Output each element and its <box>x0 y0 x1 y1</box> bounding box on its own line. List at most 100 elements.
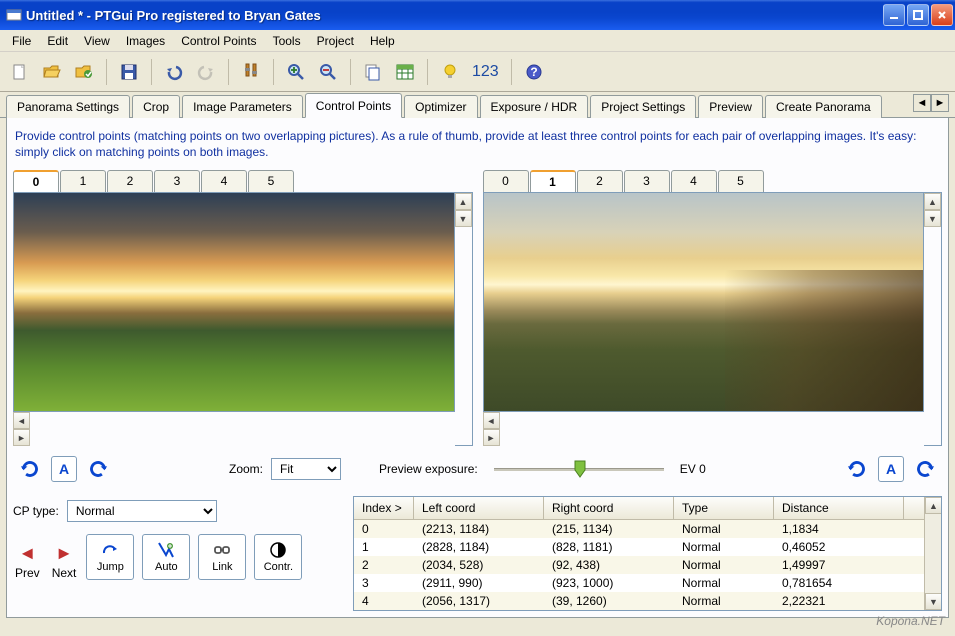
right-rotate-ccw-button[interactable] <box>844 456 870 482</box>
auto-cp-button[interactable]: Auto <box>142 534 190 580</box>
toolbar-counter: 123 <box>468 63 503 81</box>
idea-button[interactable] <box>436 58 464 86</box>
cp-table: Index > Left coord Right coord Type Dist… <box>353 496 942 611</box>
table-row[interactable]: 1(2828, 1184)(828, 1181)Normal0,46052 <box>354 538 924 556</box>
undo-button[interactable] <box>160 58 188 86</box>
zoom-select[interactable]: Fit <box>271 458 341 480</box>
menu-file[interactable]: File <box>4 32 39 50</box>
content-panel: Provide control points (matching points … <box>6 118 949 618</box>
redo-button[interactable] <box>192 58 220 86</box>
next-button[interactable]: ► Next <box>50 543 79 580</box>
left-image-tabs: 0 1 2 3 4 5 <box>13 170 473 192</box>
left-img-tab-1[interactable]: 1 <box>60 170 106 192</box>
menu-project[interactable]: Project <box>309 32 362 50</box>
table-row[interactable]: 2(2034, 528)(92, 438)Normal1,49997 <box>354 556 924 574</box>
toolbar: 123 ? <box>0 52 955 92</box>
jump-button[interactable]: Jump <box>86 534 134 580</box>
col-index[interactable]: Index > <box>354 497 414 519</box>
zoom-out-button[interactable] <box>314 58 342 86</box>
open-project-button[interactable] <box>38 58 66 86</box>
right-hscroll[interactable]: ◄► <box>483 412 925 446</box>
left-image[interactable] <box>14 193 454 411</box>
help-button[interactable]: ? <box>520 58 548 86</box>
tab-image-parameters[interactable]: Image Parameters <box>182 95 303 118</box>
menu-control-points[interactable]: Control Points <box>173 32 264 50</box>
col-distance[interactable]: Distance <box>774 497 904 519</box>
left-img-tab-2[interactable]: 2 <box>107 170 153 192</box>
save-button[interactable] <box>115 58 143 86</box>
maximize-button[interactable] <box>907 4 929 26</box>
settings-button[interactable] <box>237 58 265 86</box>
tabstrip: Panorama Settings Crop Image Parameters … <box>0 92 955 118</box>
tab-optimizer[interactable]: Optimizer <box>404 95 477 118</box>
left-img-tab-5[interactable]: 5 <box>248 170 294 192</box>
tab-scroll-right[interactable]: ► <box>931 94 949 112</box>
tab-panorama-settings[interactable]: Panorama Settings <box>6 95 130 118</box>
tab-project-settings[interactable]: Project Settings <box>590 95 696 118</box>
link-icon <box>213 541 231 559</box>
tab-preview[interactable]: Preview <box>698 95 763 118</box>
table-row[interactable]: 3(2911, 990)(923, 1000)Normal0,781654 <box>354 574 924 592</box>
table-button[interactable] <box>391 58 419 86</box>
tab-scroll-left[interactable]: ◄ <box>913 94 931 112</box>
close-button[interactable] <box>931 4 953 26</box>
left-vscroll[interactable]: ▲▼ <box>455 192 473 446</box>
auto-icon <box>157 541 175 559</box>
right-vscroll[interactable]: ▲▼ <box>924 192 942 446</box>
exposure-slider[interactable] <box>494 460 664 478</box>
left-rotate-cw-button[interactable] <box>85 456 111 482</box>
watermark: Kopona.NET <box>876 614 945 628</box>
menu-help[interactable]: Help <box>362 32 403 50</box>
left-img-tab-0[interactable]: 0 <box>13 170 59 192</box>
menu-images[interactable]: Images <box>118 32 173 50</box>
minimize-button[interactable] <box>883 4 905 26</box>
left-rotate-ccw-button[interactable] <box>17 456 43 482</box>
hint-text: Provide control points (matching points … <box>13 124 942 170</box>
right-pane: 0 1 2 3 4 5 ◄► ▲▼ <box>483 170 943 446</box>
right-img-tab-0[interactable]: 0 <box>483 170 529 192</box>
prev-button[interactable]: ◄ Prev <box>13 543 42 580</box>
table-row[interactable]: 4(2056, 1317)(39, 1260)Normal2,22321 <box>354 592 924 610</box>
ev-label: EV 0 <box>680 462 706 476</box>
contrast-button[interactable]: Contr. <box>254 534 302 580</box>
new-project-button[interactable] <box>6 58 34 86</box>
right-rotate-cw-button[interactable] <box>912 456 938 482</box>
window-title: Untitled * - PTGui Pro registered to Bry… <box>26 8 883 23</box>
tab-create-panorama[interactable]: Create Panorama <box>765 95 882 118</box>
right-auto-button[interactable]: A <box>878 456 904 482</box>
menu-edit[interactable]: Edit <box>39 32 76 50</box>
table-row[interactable]: 0(2213, 1184)(215, 1134)Normal1,1834 <box>354 520 924 538</box>
right-image[interactable] <box>484 193 924 411</box>
right-img-tab-3[interactable]: 3 <box>624 170 670 192</box>
left-hscroll[interactable]: ◄► <box>13 412 455 446</box>
menu-tools[interactable]: Tools <box>265 32 309 50</box>
right-img-tab-5[interactable]: 5 <box>718 170 764 192</box>
right-img-tab-2[interactable]: 2 <box>577 170 623 192</box>
tab-control-points[interactable]: Control Points <box>305 93 402 118</box>
col-left-coord[interactable]: Left coord <box>414 497 544 519</box>
copy-button[interactable] <box>359 58 387 86</box>
link-button[interactable]: Link <box>198 534 246 580</box>
col-type[interactable]: Type <box>674 497 774 519</box>
table-vscroll[interactable]: ▲▼ <box>924 497 941 610</box>
left-img-tab-3[interactable]: 3 <box>154 170 200 192</box>
right-image-view[interactable] <box>483 192 925 412</box>
left-auto-button[interactable]: A <box>51 456 77 482</box>
right-img-tab-1[interactable]: 1 <box>530 170 576 192</box>
col-right-coord[interactable]: Right coord <box>544 497 674 519</box>
app-icon <box>6 7 22 23</box>
zoom-in-button[interactable] <box>282 58 310 86</box>
left-image-view[interactable] <box>13 192 455 412</box>
arrow-left-icon: ◄ <box>18 543 36 564</box>
right-img-tab-4[interactable]: 4 <box>671 170 717 192</box>
save-project-button[interactable] <box>70 58 98 86</box>
cp-type-select[interactable]: Normal <box>67 500 217 522</box>
menu-view[interactable]: View <box>76 32 118 50</box>
tab-crop[interactable]: Crop <box>132 95 180 118</box>
menubar: File Edit View Images Control Points Too… <box>0 30 955 52</box>
contrast-icon <box>269 541 287 559</box>
left-img-tab-4[interactable]: 4 <box>201 170 247 192</box>
tab-exposure-hdr[interactable]: Exposure / HDR <box>480 95 589 118</box>
slider-thumb-icon[interactable] <box>574 460 586 478</box>
titlebar: Untitled * - PTGui Pro registered to Bry… <box>0 0 955 30</box>
